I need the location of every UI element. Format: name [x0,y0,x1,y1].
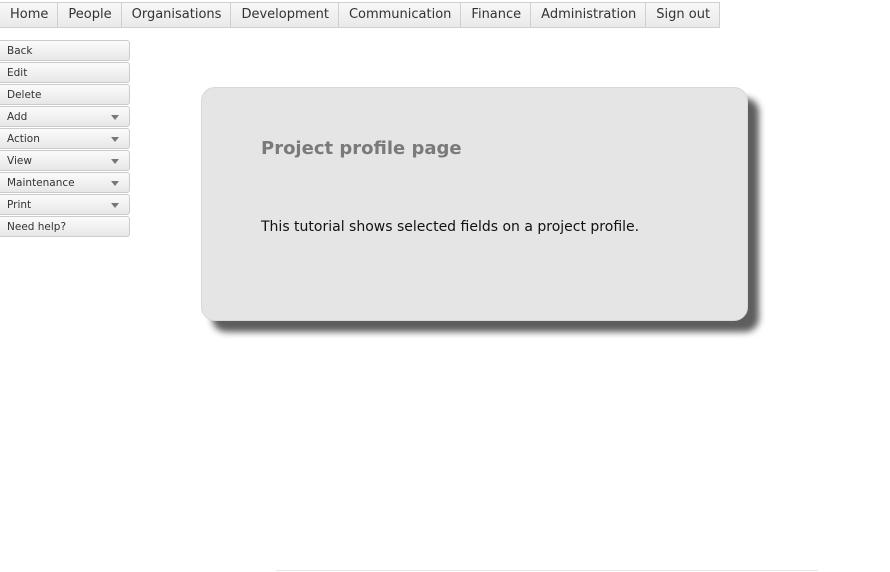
maintenance-dropdown-label: Maintenance [7,177,75,189]
chevron-down-icon [111,203,119,208]
card-title: Project profile page [261,138,462,159]
nav-item-administration[interactable]: Administration [531,3,647,27]
chevron-down-icon [111,137,119,142]
delete-button[interactable]: Delete [0,84,130,105]
nav-item-development[interactable]: Development [231,3,339,27]
chevron-down-icon [111,181,119,186]
side-action-menu: Back Edit Delete Add Action View Mainten… [0,40,130,238]
view-dropdown-label: View [7,155,32,167]
back-button-label: Back [7,45,33,57]
print-dropdown-label: Print [7,199,32,211]
maintenance-dropdown-button[interactable]: Maintenance [0,172,130,193]
add-dropdown-button[interactable]: Add [0,106,130,127]
nav-item-organisations[interactable]: Organisations [122,3,232,27]
card-description: This tutorial shows selected fields on a… [261,219,640,235]
need-help-button-label: Need help? [7,221,67,233]
add-dropdown-label: Add [7,111,28,123]
chevron-down-icon [111,115,119,120]
nav-item-finance[interactable]: Finance [461,3,532,27]
view-dropdown-button[interactable]: View [0,150,130,171]
chevron-down-icon [111,159,119,164]
tutorial-card: Project profile page This tutorial shows… [201,87,748,321]
action-dropdown-button[interactable]: Action [0,128,130,149]
divider [276,570,818,571]
print-dropdown-button[interactable]: Print [0,194,130,215]
edit-button-label: Edit [7,67,28,79]
edit-button[interactable]: Edit [0,62,130,83]
back-button[interactable]: Back [0,40,130,61]
top-navigation-bar: Home People Organisations Development Co… [0,2,721,28]
nav-item-communication[interactable]: Communication [339,3,462,27]
nav-item-home[interactable]: Home [0,3,59,27]
delete-button-label: Delete [7,89,42,101]
nav-item-people[interactable]: People [58,3,122,27]
nav-item-sign-out[interactable]: Sign out [646,3,719,27]
action-dropdown-label: Action [7,133,40,145]
need-help-button[interactable]: Need help? [0,216,130,237]
